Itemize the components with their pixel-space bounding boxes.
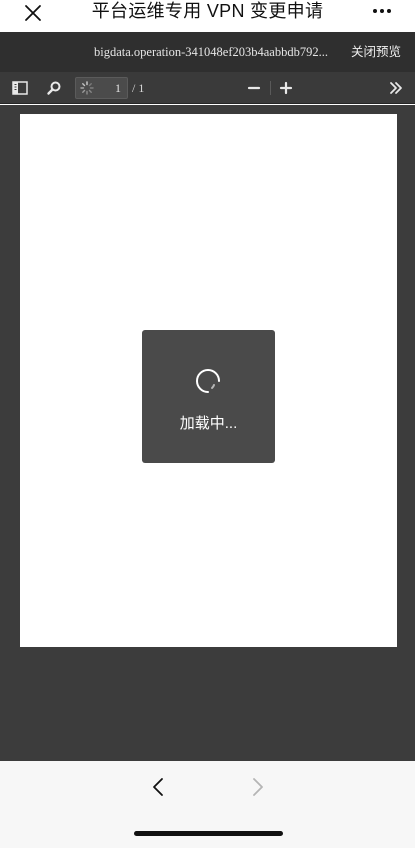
pdf-page: 加载中... [20, 114, 397, 647]
loading-spinner-icon [193, 366, 223, 396]
page-number-input[interactable]: 1 [75, 77, 128, 99]
loading-overlay: 加载中... [142, 330, 275, 463]
file-name: bigdata.operation-341048ef203b4aabbdb792… [94, 45, 328, 59]
preview-header: bigdata.operation-341048ef203b4aabbdb792… [0, 32, 415, 72]
current-page: 1 [115, 81, 121, 95]
loading-text: 加载中... [179, 415, 238, 432]
home-indicator [134, 831, 283, 836]
chevron-right-icon[interactable] [246, 775, 270, 799]
page-loading-spinner-icon [80, 81, 94, 95]
more-dots-icon[interactable] [369, 0, 395, 22]
close-icon[interactable] [20, 0, 46, 26]
chevron-left-icon[interactable] [146, 775, 170, 799]
toolbar-divider [270, 81, 271, 95]
plus-icon[interactable] [274, 76, 298, 100]
close-preview-button[interactable]: 关闭预览 [351, 32, 401, 72]
sidebar-toggle-icon[interactable] [8, 76, 32, 100]
page-title: 平台运维专用 VPN 变更申请 [91, 1, 324, 21]
pdf-viewer[interactable]: 加载中... [0, 105, 415, 761]
total-pages: / 1 [132, 81, 145, 95]
top-navbar: 平台运维专用 VPN 变更申请 [0, 0, 415, 32]
search-icon[interactable] [42, 76, 66, 100]
bottom-navigation-bar [0, 761, 415, 848]
minus-icon[interactable] [242, 76, 266, 100]
pdf-toolbar: 1 / 1 [0, 72, 415, 104]
double-chevron-right-icon[interactable] [384, 76, 408, 100]
